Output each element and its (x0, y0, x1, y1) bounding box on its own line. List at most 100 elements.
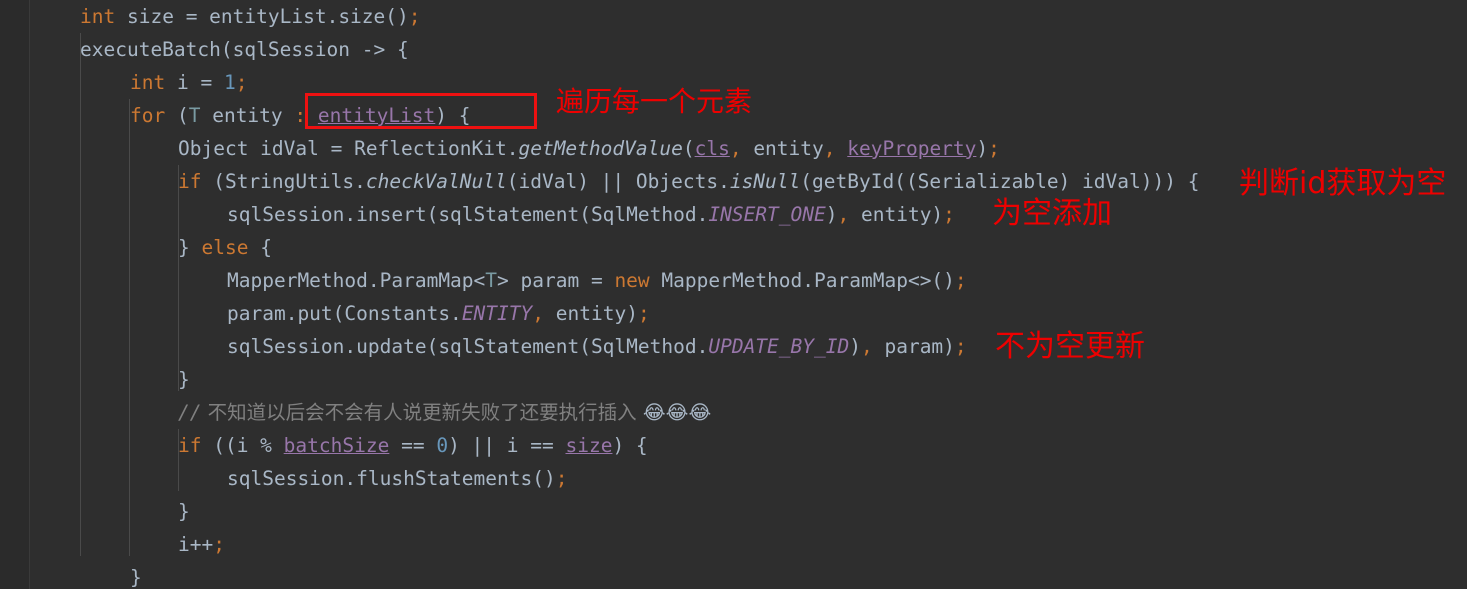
code-token: ; (954, 335, 967, 358)
code-token: if (178, 434, 202, 457)
code-token: ) (825, 203, 838, 226)
code-token: entity) (849, 203, 944, 226)
code-token: ; (637, 302, 650, 325)
code-token: size (115, 5, 186, 28)
code-token: cls (694, 137, 730, 160)
code-line[interactable]: if (StringUtils.checkValNull(idVal) || O… (178, 165, 1199, 198)
code-token: sqlSession.flushStatements() (227, 467, 556, 490)
code-token: ) (976, 137, 989, 160)
code-line[interactable]: Object idVal = ReflectionKit.getMethodVa… (178, 132, 1000, 165)
code-token: ) (448, 434, 472, 457)
code-token: INSERT_ONE (708, 203, 826, 226)
code-line[interactable]: sqlSession.insert(sqlStatement(SqlMethod… (227, 198, 955, 231)
code-token: sqlSession.update(sqlStatement(SqlMethod… (227, 335, 709, 358)
code-token: : (294, 104, 307, 127)
code-line[interactable]: MapperMethod.ParamMap<T> param = new Map… (227, 264, 967, 297)
code-token: getMethodValue (518, 137, 683, 160)
code-token: ( (165, 104, 189, 127)
code-token: param) (872, 335, 955, 358)
indent-guide-line (178, 165, 179, 231)
code-line[interactable]: sqlSession.flushStatements(); (227, 462, 567, 495)
code-token: , (823, 137, 836, 160)
code-token: new (614, 269, 650, 292)
indent-guide-line (129, 99, 130, 556)
code-token: 0 (436, 434, 449, 457)
code-token: if (178, 170, 202, 193)
code-token: ; (408, 5, 421, 28)
anno-iterate: 遍历每一个元素 (556, 85, 753, 118)
anno-insert-when-null: 为空添加 (992, 196, 1112, 231)
code-line[interactable]: if ((i % batchSize == 0) || i == size) { (178, 429, 648, 462)
anno-check-id-null: 判断id获取为空 (1239, 166, 1447, 201)
indent-guide-line (178, 429, 179, 491)
code-token: ( (682, 137, 695, 160)
code-token: ; (988, 137, 1000, 160)
code-token: ; (943, 203, 955, 226)
code-token: keyProperty (847, 137, 977, 160)
code-token: entity (200, 104, 295, 127)
code-token: else (201, 236, 249, 259)
code-token: entity) (544, 302, 638, 325)
laughing-emoji: 😂😂😂 (642, 401, 712, 424)
code-token: || (471, 434, 496, 457)
code-token: ; (954, 269, 967, 292)
code-line[interactable]: sqlSession.update(sqlStatement(SqlMethod… (227, 330, 967, 363)
code-token: i == (495, 434, 566, 457)
code-token: } (178, 368, 190, 391)
code-token: ) { (435, 104, 471, 127)
code-line[interactable]: } (178, 495, 190, 528)
anno-update-when-not-null: 不为空更新 (995, 329, 1145, 364)
code-token: = (185, 5, 198, 28)
code-token: > param = (497, 269, 615, 292)
code-token: , (729, 137, 742, 160)
code-token: executeBatch(sqlSession -> { (80, 38, 409, 61)
code-token: int (80, 5, 116, 28)
code-token: , (860, 335, 873, 358)
code-token: (getById((Serializable) idVal))) { (800, 170, 1200, 193)
code-line[interactable]: int i = 1; (130, 66, 247, 99)
editor-gutter[interactable] (0, 0, 29, 589)
code-comment: // 不知道以后会不会有人说更新失败了还要执行插入 (178, 401, 643, 424)
code-token: MapperMethod.ParamMap<>() (649, 269, 955, 292)
code-token: ((i % (201, 434, 284, 457)
code-token: ) (849, 335, 861, 358)
code-token: batchSize (283, 434, 390, 457)
code-token: size (565, 434, 613, 457)
code-editor-screenshot: int size = entityList.size(); executeBatc… (0, 0, 1467, 589)
code-token: , (532, 302, 545, 325)
code-token: { (248, 236, 272, 259)
code-token: entityList.size() (197, 5, 409, 28)
code-token: (idVal) (506, 170, 601, 193)
code-line[interactable]: param.put(Constants.ENTITY, entity); (227, 297, 650, 330)
code-token: i++ (178, 533, 214, 556)
code-line[interactable]: } else { (178, 231, 272, 264)
code-token: ; (555, 467, 568, 490)
code-line[interactable]: } (130, 561, 142, 589)
code-token: ; (213, 533, 225, 556)
code-line[interactable]: } (178, 363, 190, 396)
code-token: Objects. (624, 170, 730, 193)
code-token: Object idVal = ReflectionKit. (178, 137, 519, 160)
code-token: , (837, 203, 850, 226)
code-token: i = (165, 71, 224, 94)
code-token: == (389, 434, 437, 457)
code-token: T (485, 269, 498, 292)
code-line[interactable]: // 不知道以后会不会有人说更新失败了还要执行插入 😂😂😂 (178, 396, 711, 429)
code-line[interactable]: executeBatch(sqlSession -> { (80, 33, 409, 66)
code-token: MapperMethod.ParamMap< (227, 269, 486, 292)
indent-guide-line (178, 231, 179, 391)
comment-slashes: // (178, 401, 202, 424)
code-line[interactable]: int size = entityList.size(); (80, 0, 421, 33)
code-token: } (178, 500, 190, 523)
code-line[interactable]: i++; (178, 528, 225, 561)
code-token: || (600, 170, 625, 193)
code-token: entity (741, 137, 824, 160)
code-token: int (130, 71, 166, 94)
code-token: 1 (223, 71, 236, 94)
code-token: } (130, 566, 142, 589)
code-line[interactable]: for (T entity : entityList) { (130, 99, 471, 132)
indent-guide-line (80, 33, 81, 556)
code-token: UPDATE_BY_ID (708, 335, 850, 358)
